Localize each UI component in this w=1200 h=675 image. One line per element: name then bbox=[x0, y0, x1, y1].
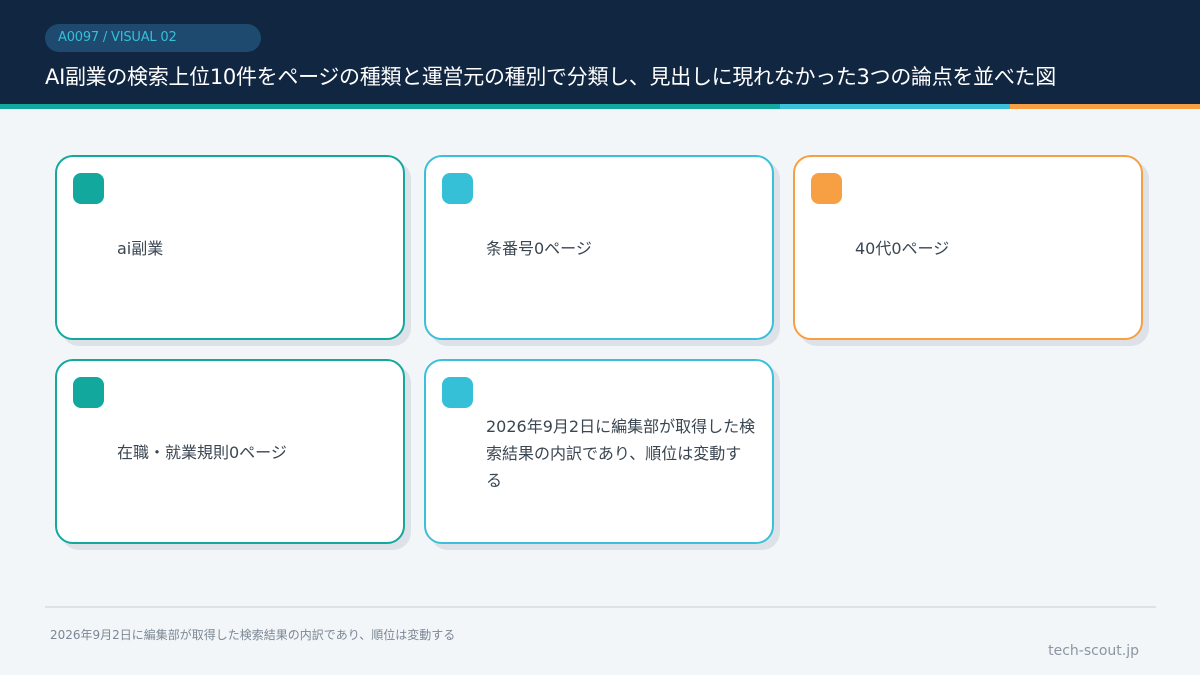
accent-bar-cyan bbox=[780, 104, 1010, 109]
card-marker bbox=[73, 173, 104, 204]
page-title: AI副業の検索上位10件をページの種類と運営元の種別で分類し、見出しに現れなかっ… bbox=[45, 65, 1056, 89]
accent-bar-teal bbox=[0, 104, 780, 109]
card-label: 2026年9月2日に編集部が取得した検索結果の内訳であり、順位は変動する bbox=[486, 417, 756, 490]
footnote: 2026年9月2日に編集部が取得した検索結果の内訳であり、順位は変動する bbox=[50, 628, 456, 642]
card-forties: 40代0ページ bbox=[793, 155, 1143, 340]
card-label: 40代0ページ bbox=[855, 239, 950, 258]
card-source-note: 2026年9月2日に編集部が取得した検索結果の内訳であり、順位は変動する bbox=[424, 359, 774, 544]
card-ai-side-job: ai副業 bbox=[55, 155, 405, 340]
footer-divider bbox=[45, 606, 1156, 608]
document-id-badge: A0097 / VISUAL 02 bbox=[45, 24, 261, 52]
card-label: 条番号0ページ bbox=[486, 239, 592, 258]
card-marker bbox=[73, 377, 104, 408]
card-label: 在職・就業規則0ページ bbox=[117, 443, 287, 462]
site-name: tech-scout.jp bbox=[1048, 643, 1139, 659]
card-article-number: 条番号0ページ bbox=[424, 155, 774, 340]
card-marker bbox=[442, 377, 473, 408]
card-marker bbox=[442, 173, 473, 204]
accent-bar-orange bbox=[1010, 104, 1200, 109]
header-banner: A0097 / VISUAL 02 AI副業の検索上位10件をページの種類と運営… bbox=[0, 0, 1200, 104]
card-marker bbox=[811, 173, 842, 204]
card-employment-rules: 在職・就業規則0ページ bbox=[55, 359, 405, 544]
card-label: ai副業 bbox=[117, 239, 164, 258]
